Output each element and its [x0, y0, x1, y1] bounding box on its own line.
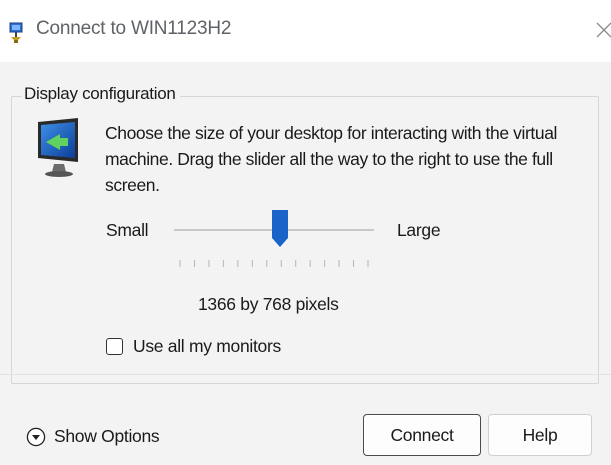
chevron-down-circle-icon[interactable] [26, 427, 46, 447]
use-all-monitors-label: Use all my monitors [133, 335, 281, 356]
vm-connect-icon [8, 22, 26, 44]
connect-button[interactable]: Connect [363, 414, 481, 456]
slider-thumb[interactable] [272, 210, 288, 248]
monitor-icon [34, 116, 84, 196]
description-text: Choose the size of your desktop for inte… [105, 123, 558, 195]
show-options-toggle[interactable]: Show Options [26, 426, 160, 447]
connect-dialog: Connect to WIN1123H2 Display configurati… [0, 0, 611, 465]
help-button[interactable]: Help [488, 414, 592, 456]
main-panel: Display configuration Choose the size of… [0, 62, 611, 465]
slider-min-label: Small [106, 220, 149, 240]
resolution-slider[interactable] [174, 210, 374, 267]
window-title: Connect to WIN1123H2 [36, 18, 232, 39]
use-all-monitors-option[interactable]: Use all my monitors [106, 334, 281, 358]
group-legend: Display configuration [22, 84, 180, 104]
resolution-readout: 1366 by 768 pixels [198, 294, 339, 314]
footer-divider [0, 374, 611, 375]
slider-ticks [179, 260, 369, 267]
slider-max-label: Large [397, 220, 441, 240]
use-all-monitors-checkbox[interactable] [106, 337, 123, 355]
show-options-label: Show Options [54, 426, 160, 446]
title-bar[interactable]: Connect to WIN1123H2 [0, 0, 611, 62]
close-icon[interactable] [589, 14, 611, 44]
